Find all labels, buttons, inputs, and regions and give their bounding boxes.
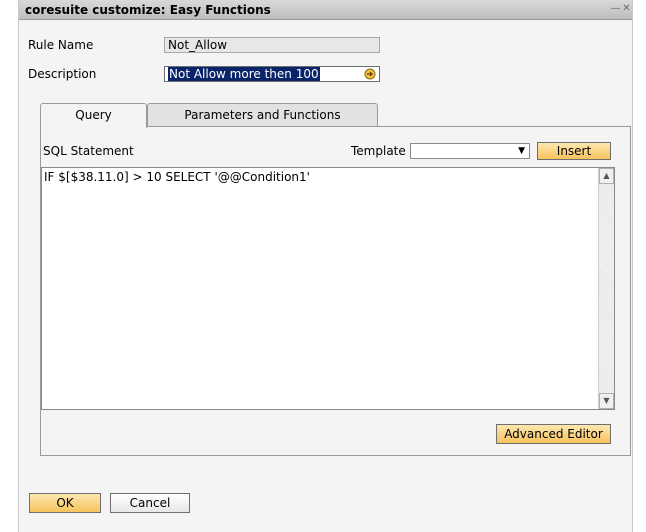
close-icon[interactable]: ✕ — [621, 3, 632, 15]
tab-query-label: Query — [75, 108, 112, 122]
sql-statement-label: SQL Statement — [43, 144, 134, 158]
description-selected-text: Not Allow more then 100 — [168, 67, 320, 81]
minimize-icon[interactable]: — — [610, 3, 621, 15]
template-dropdown[interactable]: ▼ — [410, 143, 530, 159]
sql-editor[interactable]: IF $[$38.11.0] > 10 SELECT '@@Condition1… — [41, 167, 615, 410]
insert-button[interactable]: Insert — [537, 142, 611, 160]
tab-parameters-functions[interactable]: Parameters and Functions — [147, 103, 378, 127]
rule-name-label: Rule Name — [28, 38, 94, 52]
description-label: Description — [28, 67, 97, 81]
sql-text: IF $[$38.11.0] > 10 SELECT '@@Condition1… — [44, 170, 310, 184]
title-bar[interactable]: coresuite customize: Easy Functions — ✕ — [19, 0, 632, 20]
easy-functions-window: coresuite customize: Easy Functions — ✕ … — [18, 0, 633, 532]
link-arrow-icon[interactable] — [364, 68, 376, 80]
query-panel: SQL Statement Template ▼ Insert IF $[$38… — [40, 126, 631, 456]
window-title: coresuite customize: Easy Functions — [25, 3, 271, 17]
dropdown-arrow-icon[interactable]: ▼ — [518, 144, 525, 158]
advanced-editor-button[interactable]: Advanced Editor — [496, 424, 611, 444]
rule-name-field[interactable]: Not_Allow — [164, 37, 380, 53]
vertical-scrollbar[interactable]: ▲ ▼ — [598, 168, 614, 409]
scroll-down-icon[interactable]: ▼ — [599, 393, 614, 409]
template-label: Template — [351, 144, 406, 158]
ok-button[interactable]: OK — [29, 493, 101, 513]
description-field[interactable]: Not Allow more then 100 — [164, 66, 380, 82]
scroll-up-icon[interactable]: ▲ — [599, 168, 614, 184]
tab-parameters-functions-label: Parameters and Functions — [184, 108, 341, 122]
cancel-button[interactable]: Cancel — [110, 493, 190, 513]
tab-query[interactable]: Query — [40, 103, 147, 128]
